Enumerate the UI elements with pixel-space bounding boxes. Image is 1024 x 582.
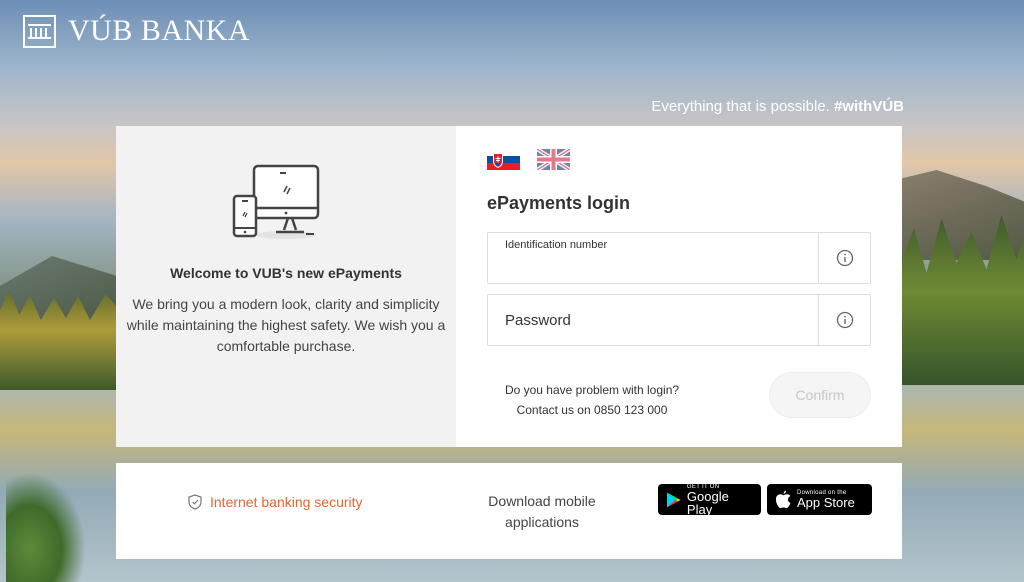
login-title: ePayments login [487, 193, 631, 213]
bank-logo[interactable]: VÚB BANKA [23, 14, 250, 48]
slogan-text: Everything that is possible. [651, 98, 830, 115]
bank-name: VÚB BANKA [68, 14, 251, 47]
uk-flag-icon[interactable] [537, 149, 570, 170]
info-icon [836, 249, 853, 267]
slogan: Everything that is possible. #withVÚB [651, 98, 904, 115]
welcome-panel: Welcome to VUB's new ePayments We bring … [116, 126, 456, 447]
login-form: ePayments login Identification number Pa… [456, 126, 902, 447]
google-play-big-text: Google Play [686, 488, 729, 517]
slogan-hashtag: #withVÚB [833, 98, 904, 115]
shield-icon [188, 494, 202, 510]
internet-banking-security-link[interactable]: Internet banking security [188, 494, 363, 510]
info-icon [836, 311, 853, 329]
app-store-text: Download on the App Store [797, 490, 855, 509]
google-play-badge[interactable]: GET IT ON Google Play [658, 484, 761, 516]
identification-number-info-button[interactable] [818, 233, 870, 283]
welcome-title: Welcome to VUB's new ePayments [170, 265, 402, 281]
footer: Internet banking security Download mobil… [116, 463, 902, 559]
bank-logo-icon [23, 14, 56, 48]
login-help-contact: Contact us on 0850 123 000 [516, 403, 668, 417]
identification-number-label: Identification number [505, 239, 608, 251]
password-field-main: Password [488, 295, 818, 345]
login-card: Welcome to VUB's new ePayments We bring … [116, 126, 902, 447]
password-field[interactable]: Password [487, 294, 871, 346]
password-info-button[interactable] [818, 295, 870, 345]
security-link-label: Internet banking security [210, 494, 363, 510]
login-help: Do you have problem with login? Contact … [487, 380, 697, 420]
app-store-badge[interactable]: Download on the App Store [767, 484, 872, 515]
password-label: Password [505, 312, 571, 329]
apple-icon [775, 490, 791, 509]
devices-illustration-icon [232, 162, 328, 242]
google-play-text: GET IT ON Google Play [687, 484, 753, 516]
identification-number-field-main: Identification number [488, 233, 818, 283]
app-store-big-text: App Store [797, 495, 855, 510]
welcome-text: We bring you a modern look, clarity and … [126, 296, 446, 354]
download-apps-text: Download mobile applications [488, 493, 596, 530]
confirm-button[interactable]: Confirm [769, 372, 871, 418]
identification-number-field[interactable]: Identification number [487, 232, 871, 284]
background-leaf [6, 472, 86, 582]
identification-number-input[interactable] [505, 253, 805, 269]
login-help-question: Do you have problem with login? [504, 383, 680, 397]
google-play-icon [666, 492, 681, 507]
sk-flag-icon[interactable] [487, 149, 520, 170]
